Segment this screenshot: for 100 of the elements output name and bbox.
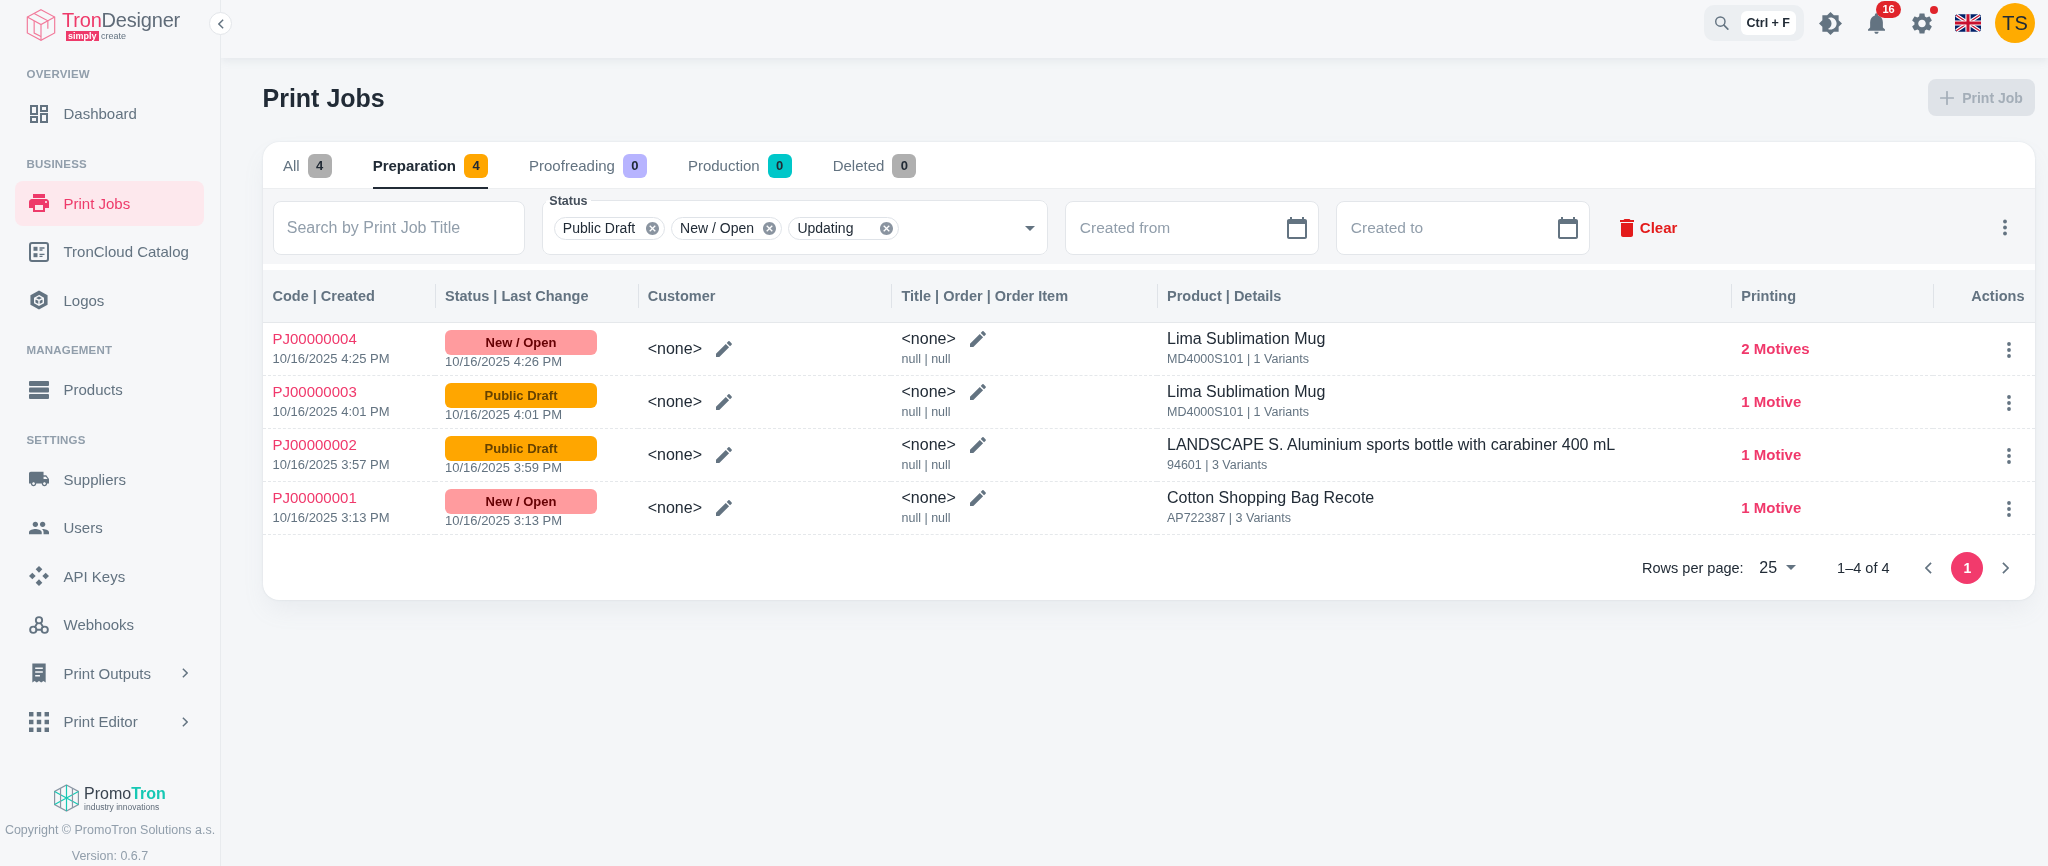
status-badge: New / Open	[445, 330, 597, 355]
caret-icon[interactable]	[1024, 225, 1035, 231]
customer-text: <none>	[647, 339, 702, 360]
plus-icon	[1940, 90, 1955, 105]
edit-icon[interactable]	[715, 394, 732, 411]
column-header: Printing	[1731, 270, 1934, 323]
date-text: 10/16/2025 4:25 PM	[272, 350, 391, 369]
flag-icon[interactable]	[1955, 14, 1981, 32]
nav-item[interactable]: Suppliers	[14, 456, 204, 502]
more-icon[interactable]	[2007, 501, 2011, 518]
job-code-link[interactable]: PJ00000004	[272, 329, 357, 350]
product-name: Cotton Shopping Bag Recote	[1167, 488, 1376, 509]
tab[interactable]: Proofreading 0	[529, 141, 647, 189]
product-name: Lima Sublimation Mug	[1167, 329, 1327, 350]
status-chip[interactable]: Updating	[788, 216, 900, 241]
trash-icon	[1619, 218, 1634, 237]
brightness-icon[interactable]	[1818, 11, 1842, 35]
logo-wordmark: PromoTron	[84, 784, 166, 802]
section-label: BUSINESS	[25, 156, 88, 172]
logo-wordmark: TronDesigner	[62, 8, 181, 31]
date-text: 10/16/2025 4:01 PM	[445, 408, 564, 422]
title-text: <none>	[901, 488, 956, 509]
motives-link[interactable]: 2 Motives	[1741, 340, 1810, 358]
edit-icon[interactable]	[715, 500, 732, 517]
logo-tagline: industry innovations	[84, 801, 161, 812]
motives-link[interactable]: 1 Motive	[1741, 446, 1802, 464]
edit-icon[interactable]	[969, 384, 986, 401]
more-icon[interactable]	[2003, 219, 2007, 237]
edit-icon[interactable]	[969, 331, 986, 348]
calendar-icon[interactable]	[1286, 216, 1307, 239]
tab[interactable]: Deleted 0	[832, 141, 917, 189]
section-label: SETTINGS	[25, 432, 87, 448]
page-title: Print Jobs	[262, 82, 385, 113]
more-icon[interactable]	[2007, 395, 2011, 412]
caret-icon	[1786, 565, 1797, 571]
status-badge: Public Draft	[445, 436, 597, 461]
shortcut-key: Ctrl + F	[1740, 11, 1796, 35]
chevron-left-icon[interactable]	[1924, 561, 1932, 574]
nav-item[interactable]: Users	[14, 505, 204, 550]
status-chip[interactable]: Public Draft	[553, 216, 665, 241]
nav-item[interactable]: Print Jobs	[14, 180, 204, 226]
count-badge: 0	[892, 153, 917, 178]
user-avatar[interactable]: TS	[1995, 3, 2035, 43]
job-code-link[interactable]: PJ00000001	[272, 488, 357, 509]
nav-item[interactable]: Webhooks	[14, 602, 204, 647]
edit-icon[interactable]	[715, 341, 732, 358]
remove-icon[interactable]	[763, 221, 777, 235]
chevron-right-icon	[182, 668, 188, 678]
truck-icon	[28, 469, 49, 489]
nav-item[interactable]: Products	[14, 367, 204, 412]
status-chip[interactable]: New / Open	[671, 216, 783, 241]
calendar-icon[interactable]	[1557, 216, 1578, 239]
rows-per-page-select[interactable]: 25	[1759, 558, 1797, 577]
more-icon[interactable]	[2007, 448, 2011, 465]
grid-icon	[28, 711, 49, 732]
logo-icon	[26, 9, 56, 41]
date-field[interactable]: Created to	[1335, 200, 1590, 255]
page-range-text: 1–4 of 4	[1837, 559, 1890, 576]
column-header: Customer	[637, 270, 892, 323]
date-field[interactable]: Created from	[1064, 200, 1319, 255]
tab[interactable]: Production 0	[687, 141, 792, 189]
dashboard-icon	[28, 103, 49, 124]
remove-icon[interactable]	[880, 221, 894, 235]
remove-icon[interactable]	[645, 221, 659, 235]
order-text: null | null	[901, 404, 952, 422]
rows-per-page-label: Rows per page:	[1642, 559, 1744, 576]
clear-button[interactable]: Clear	[1613, 200, 1684, 255]
chevron-right-icon	[182, 716, 188, 727]
edit-icon[interactable]	[969, 490, 986, 507]
count-badge: 0	[767, 153, 792, 178]
bell-icon[interactable]	[1867, 12, 1885, 34]
motives-link[interactable]: 1 Motive	[1741, 499, 1802, 517]
page-button[interactable]: 1	[1951, 551, 1984, 584]
product-name: LANDSCAPE S. Aluminium sports bottle with carabiner 400 mL	[1167, 435, 1617, 456]
job-code-link[interactable]: PJ00000002	[272, 435, 357, 456]
more-icon[interactable]	[2007, 342, 2011, 359]
title-text: <none>	[901, 329, 956, 350]
search-button[interactable]: Ctrl + F	[1704, 5, 1804, 41]
edit-icon[interactable]	[969, 437, 986, 454]
chevron-right-icon[interactable]	[2001, 561, 2009, 574]
cube-icon	[28, 290, 49, 310]
gear-icon[interactable]	[1912, 12, 1932, 34]
nav-item[interactable]: Dashboard	[14, 91, 204, 136]
date-text: 10/16/2025 3:13 PM	[272, 509, 391, 528]
nav-item[interactable]: Logos	[14, 277, 204, 323]
nav-item[interactable]: Print Editor	[14, 699, 204, 744]
nav-item[interactable]: Print Outputs	[14, 650, 204, 696]
diamonds-icon	[28, 566, 49, 586]
edit-icon[interactable]	[715, 447, 732, 464]
motives-link[interactable]: 1 Motive	[1741, 393, 1802, 411]
printer-icon	[28, 193, 49, 213]
search-field[interactable]: Search by Print Job Title	[272, 200, 525, 255]
nav-item[interactable]: TronCloud Catalog	[14, 229, 204, 274]
status-select[interactable]: Status Public Draft New / Open Updating	[541, 193, 1048, 255]
count-badge: 4	[464, 153, 489, 178]
search-icon	[1715, 16, 1729, 30]
job-code-link[interactable]: PJ00000003	[272, 382, 357, 403]
nav-item[interactable]: API Keys	[14, 553, 204, 599]
tab[interactable]: All 4	[283, 141, 332, 189]
version-text: Version: 0.6.7	[71, 848, 149, 865]
